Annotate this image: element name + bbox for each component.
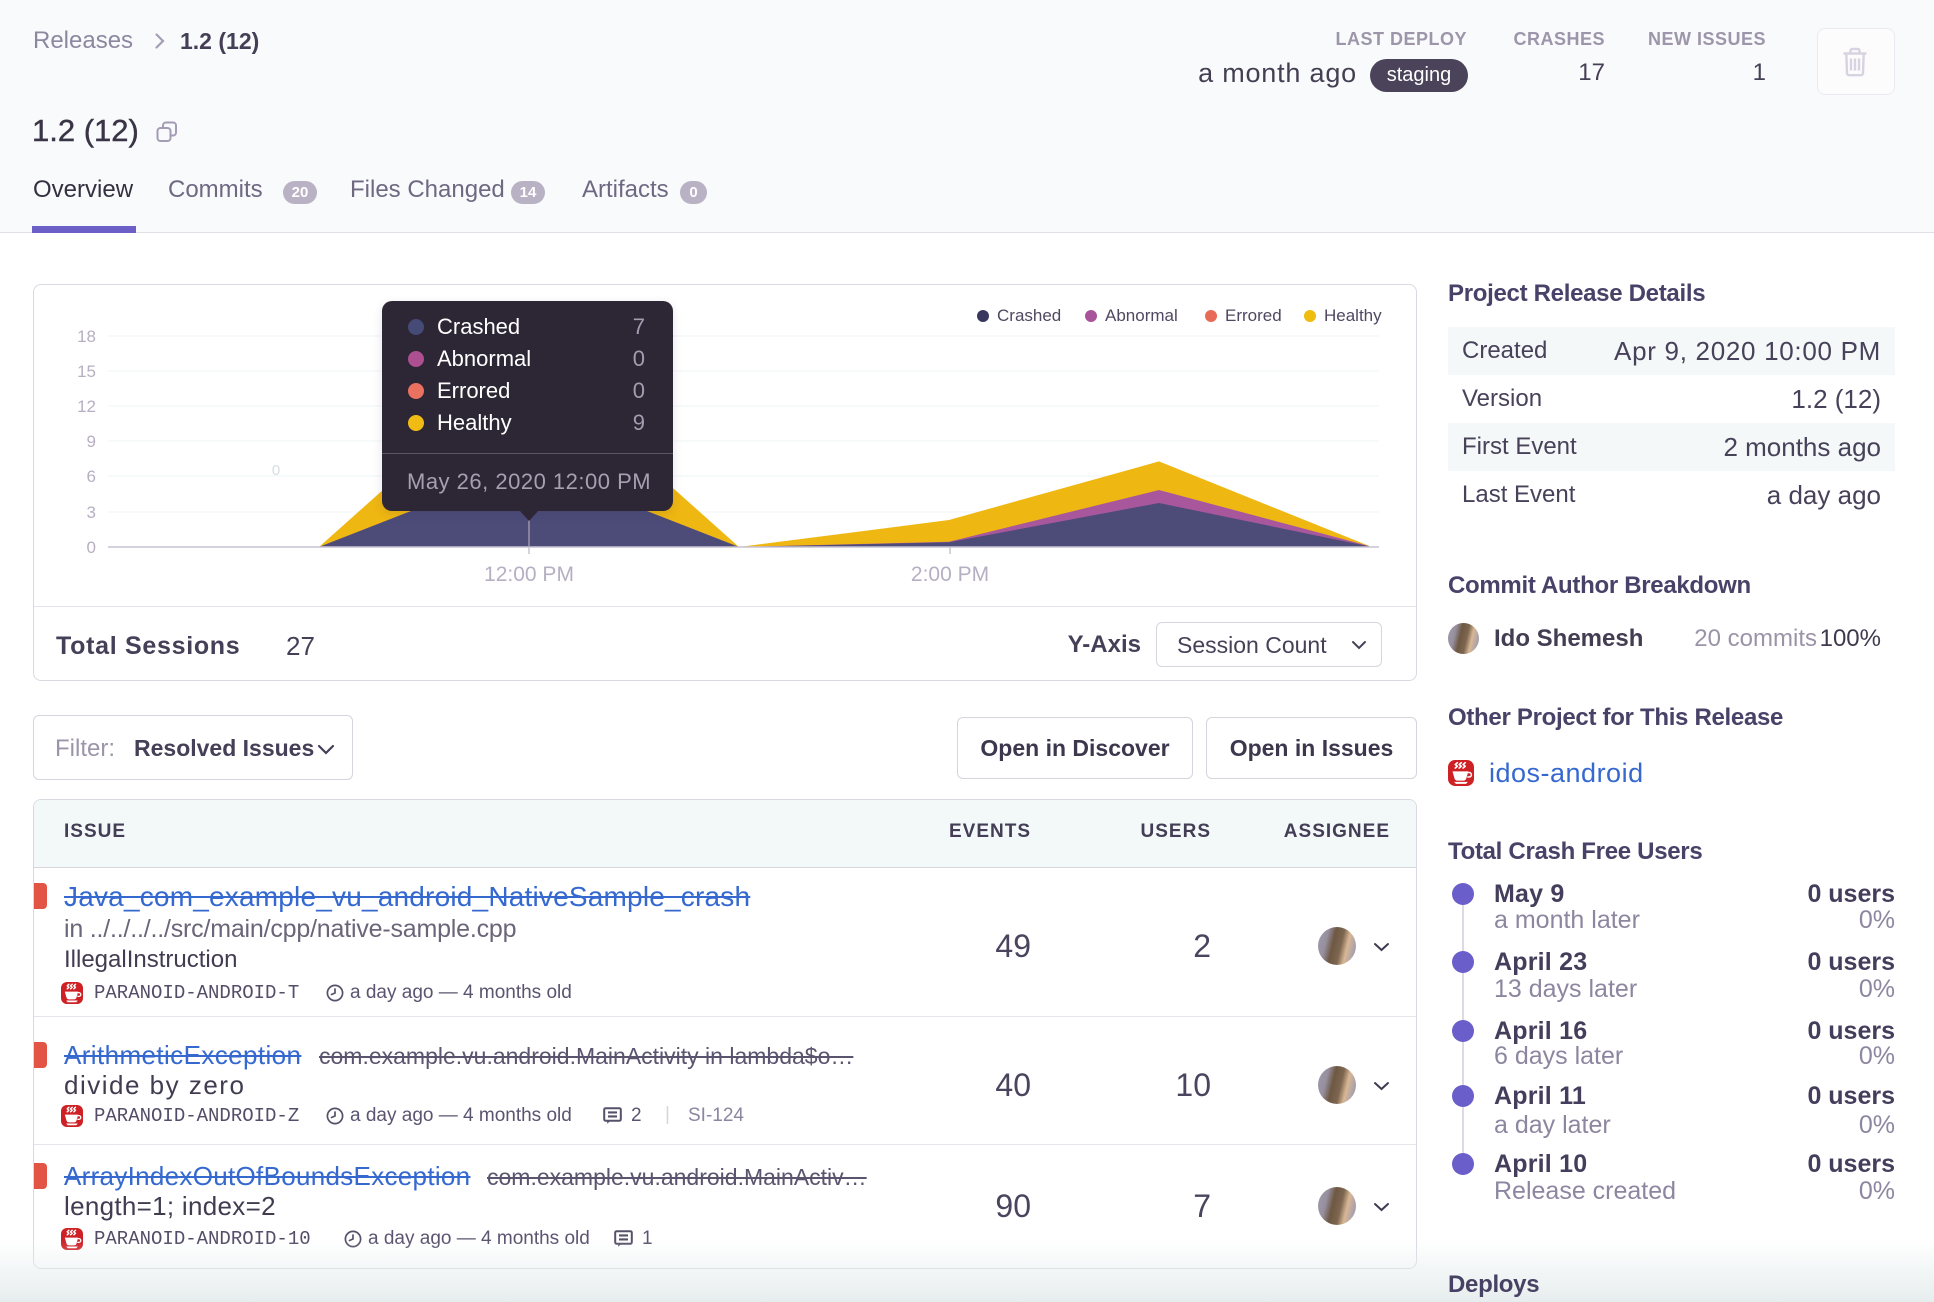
svg-text:3: 3 [87,503,96,522]
svg-text:12: 12 [77,397,96,416]
svg-text:9: 9 [87,432,96,451]
svg-text:12:00 PM: 12:00 PM [484,563,574,586]
svg-text:18: 18 [77,327,96,346]
svg-text:15: 15 [77,362,96,381]
svg-text:0: 0 [272,462,280,479]
svg-text:0: 0 [87,538,96,557]
svg-text:6: 6 [87,467,96,486]
svg-text:2:00 PM: 2:00 PM [911,563,989,586]
